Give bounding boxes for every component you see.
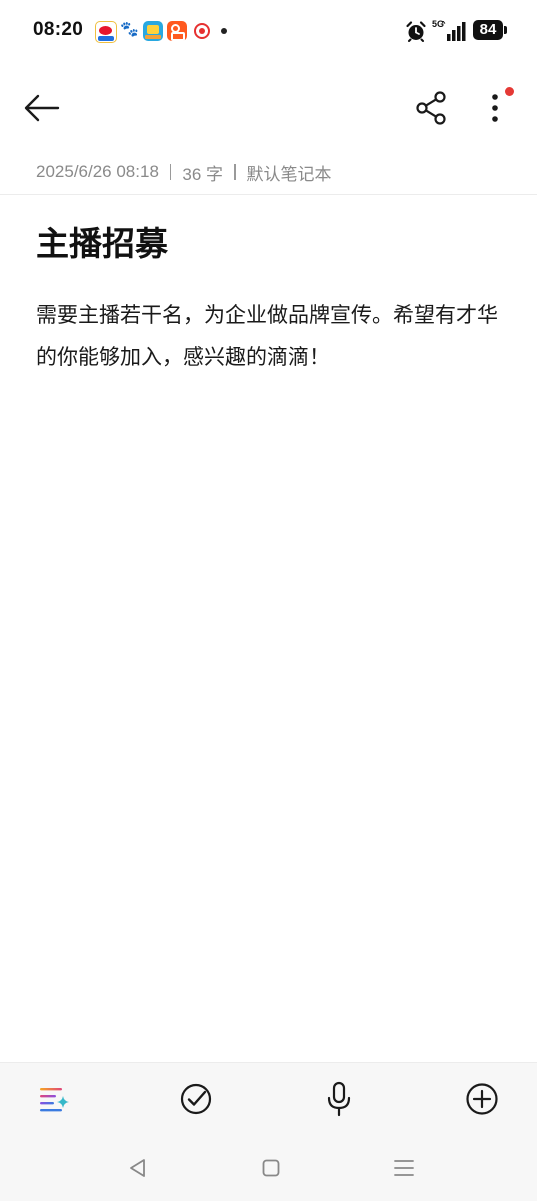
battery-tip: [504, 26, 507, 34]
weibo-icon: [95, 21, 117, 43]
system-home-button[interactable]: [256, 1153, 286, 1183]
alarm-icon: [406, 21, 426, 42]
app-icon: [192, 21, 212, 41]
baidu-icon: [120, 20, 140, 41]
note-word-count: 36 字: [182, 164, 224, 184]
back-button[interactable]: [18, 84, 66, 132]
signal-icon: [442, 21, 466, 41]
checklist-icon: [180, 1083, 212, 1115]
system-back-button[interactable]: [123, 1153, 153, 1183]
note-body[interactable]: 需要主播若干名，为企业做品牌宣传。希望有才华的你能够加入，感兴趣的滴滴！: [36, 294, 502, 378]
note-meta: 2025/6/26 08:18 36 字 默认笔记本: [36, 160, 332, 184]
share-button[interactable]: [408, 84, 456, 132]
bottom-toolbar: [0, 1062, 537, 1201]
status-bar: 08:20 5G 84: [0, 0, 537, 62]
voice-input-button[interactable]: [317, 1077, 361, 1121]
kuaishou-icon: [167, 21, 187, 41]
add-attachment-button[interactable]: [460, 1077, 504, 1121]
share-icon: [416, 91, 446, 125]
microphone-icon: [327, 1081, 351, 1117]
divider: [0, 194, 537, 195]
arrow-left-icon: [24, 94, 60, 122]
nav-back-icon: [130, 1159, 145, 1177]
system-recents-button[interactable]: [389, 1153, 419, 1183]
battery-level: 84: [479, 21, 497, 38]
note-date: 2025/6/26 08:18: [36, 162, 159, 181]
ai-format-icon: [40, 1088, 69, 1112]
ai-format-button[interactable]: [32, 1077, 76, 1121]
add-circle-icon: [466, 1083, 498, 1115]
meta-separator: [169, 164, 172, 180]
note-title[interactable]: 主播招募: [36, 220, 168, 268]
checklist-button[interactable]: [174, 1077, 218, 1121]
notebook-name[interactable]: 默认笔记本: [247, 160, 332, 185]
meta-separator: [234, 164, 236, 180]
battery-icon: 84: [473, 20, 503, 40]
status-time: 08:20: [33, 19, 84, 40]
more-notifications-dot: [221, 28, 227, 34]
app-icon: [143, 21, 163, 41]
notification-badge: [505, 87, 514, 96]
app-bar: [0, 70, 537, 146]
nav-recents-icon: [394, 1160, 414, 1176]
nav-home-icon: [262, 1159, 280, 1177]
